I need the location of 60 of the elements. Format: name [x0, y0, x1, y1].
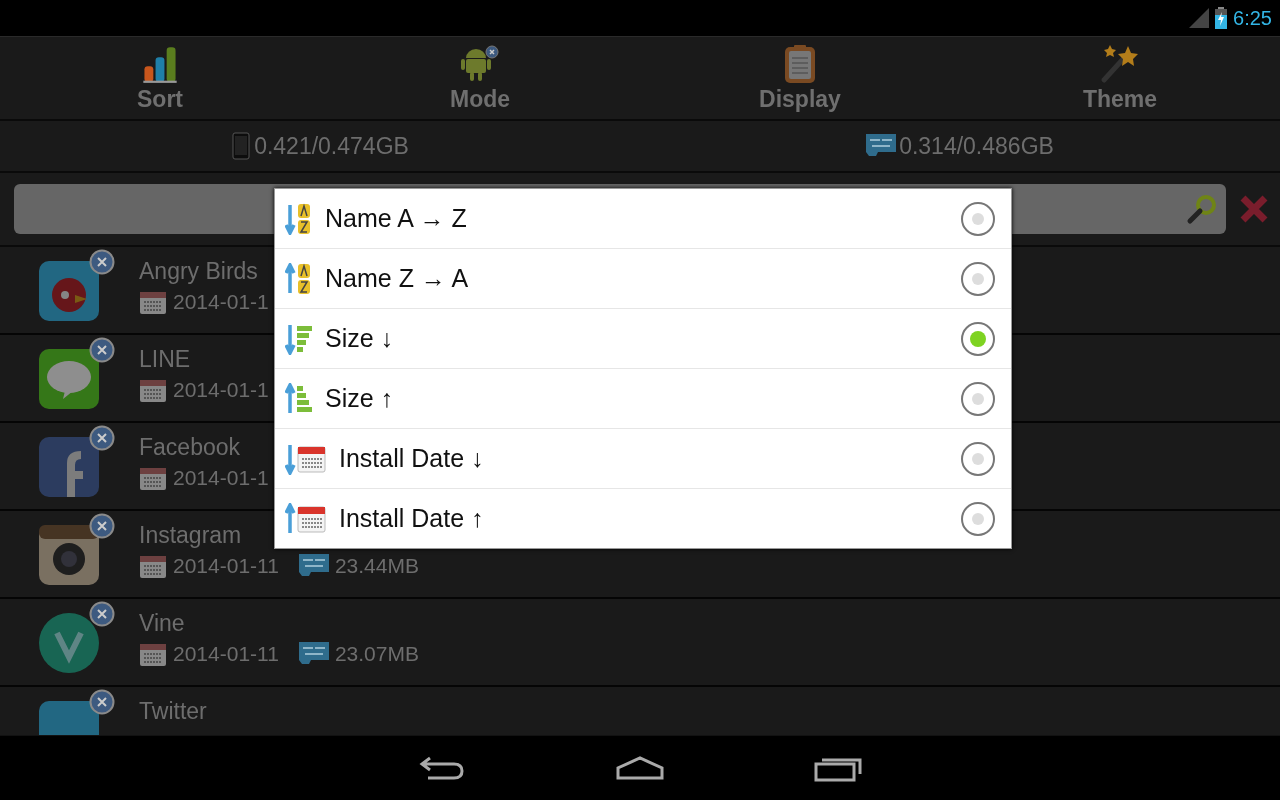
sd-card-icon [298, 642, 329, 666]
app-icon [37, 435, 101, 499]
app-name: Angry Birds [139, 257, 258, 285]
app-icon [37, 523, 101, 587]
remove-icon[interactable] [89, 337, 115, 363]
radio-button[interactable] [961, 201, 995, 236]
app-name: Vine [139, 609, 185, 637]
calendar-icon [139, 641, 167, 667]
calendar-icon [139, 465, 167, 491]
phone-icon [231, 132, 252, 160]
storage-usage: 0.421/0.474GB [254, 132, 409, 160]
install-date: 2014-01-1 [173, 466, 269, 490]
back-icon[interactable] [418, 754, 466, 782]
sort-option[interactable]: Size ↓ [275, 309, 1011, 369]
remove-icon[interactable] [89, 689, 115, 715]
radio-button[interactable] [961, 441, 995, 476]
calendar-icon [139, 377, 167, 403]
radio-button[interactable] [961, 261, 995, 296]
install-date: 2014-01-1 [173, 290, 269, 314]
sort-option[interactable]: Install Date ↓ [275, 429, 1011, 489]
radio-button[interactable] [961, 501, 995, 536]
app-name: Facebook [139, 433, 240, 461]
battery-icon [1215, 7, 1228, 29]
app-size: 23.07MB [334, 642, 419, 666]
bar-sort-icon [285, 322, 313, 355]
app-icon [37, 611, 101, 675]
home-icon[interactable] [616, 754, 664, 782]
calendar-sort-icon [285, 502, 327, 535]
storage-usage: 0.314/0.486GB [899, 132, 1054, 160]
bar-sort-icon [285, 382, 313, 415]
sort-option[interactable]: Install Date ↑ [275, 489, 1011, 548]
clock: 6:25 [1233, 6, 1272, 30]
sd-card-icon [866, 134, 897, 158]
alphabetical-sort-icon [285, 262, 313, 295]
signal-icon [1189, 8, 1210, 28]
alphabetical-sort-icon [285, 202, 313, 235]
remove-icon[interactable] [89, 249, 115, 275]
app-name: Instagram [139, 521, 242, 549]
radio-button[interactable] [961, 321, 995, 356]
calendar-sort-icon [285, 442, 327, 475]
android-icon [460, 43, 500, 84]
sd-card-icon [298, 554, 329, 578]
install-date: 2014-01-11 [173, 554, 279, 578]
remove-icon[interactable] [89, 425, 115, 451]
calendar-icon [139, 289, 167, 315]
app-icon [37, 259, 101, 323]
remove-icon[interactable] [89, 513, 115, 539]
remove-icon[interactable] [89, 601, 115, 627]
app-icon [37, 347, 101, 411]
sort-option[interactable]: Name Z → A [275, 249, 1011, 309]
app-size: 23.44MB [334, 554, 419, 578]
app-name: Twitter [139, 697, 207, 725]
calendar-icon [139, 553, 167, 579]
sort-option[interactable]: Size ↑ [275, 369, 1011, 429]
install-date: 2014-01-1 [173, 378, 269, 402]
install-date: 2014-01-11 [173, 642, 279, 666]
magic-wand-icon [1100, 43, 1140, 84]
search-icon [1186, 193, 1218, 225]
app-name: LINE [139, 345, 191, 373]
radio-button[interactable] [961, 381, 995, 416]
